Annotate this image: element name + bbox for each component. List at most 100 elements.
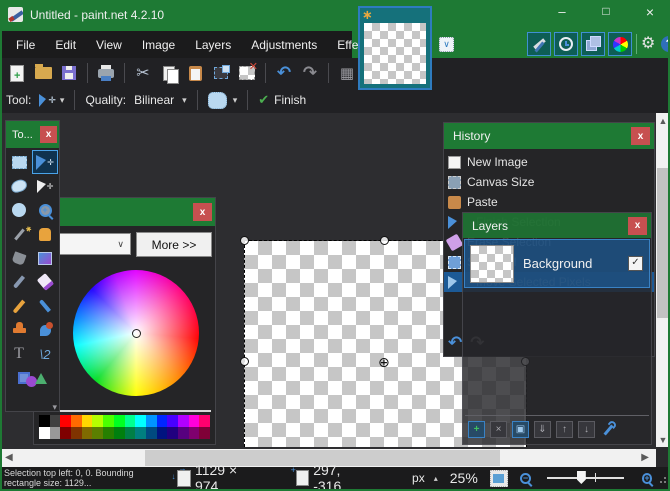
palette-swatch[interactable]: [103, 427, 114, 439]
rectangle-select-tool[interactable]: [6, 150, 32, 174]
layer-row-background[interactable]: Background ✓: [464, 239, 650, 288]
palette-swatch[interactable]: [49, 415, 61, 427]
new-image-button[interactable]: +: [4, 61, 30, 85]
paste-button[interactable]: [182, 61, 208, 85]
merge-layer-down-button[interactable]: ⇓: [534, 421, 551, 438]
eraser-tool[interactable]: [32, 270, 58, 294]
palette-swatch[interactable]: [167, 427, 178, 439]
layers-palette-header[interactable]: Layers x: [463, 213, 651, 238]
menu-image[interactable]: Image: [132, 32, 185, 58]
quality-value[interactable]: Bilinear: [134, 93, 174, 107]
zoom-slider[interactable]: [546, 471, 624, 484]
ellipse-select-tool[interactable]: [6, 198, 32, 222]
tools-close-icon[interactable]: x: [40, 126, 57, 143]
move-layer-up-button[interactable]: ↑: [556, 421, 573, 438]
move-selected-pixels-tool[interactable]: ✛: [32, 150, 58, 174]
tools-scroll-down-icon[interactable]: ▾: [52, 402, 57, 413]
selection-handle-left-middle[interactable]: [240, 357, 249, 366]
layer-properties-button[interactable]: [600, 418, 618, 438]
minimize-button[interactable]: –: [548, 4, 576, 26]
palette-swatch[interactable]: [113, 427, 125, 439]
colors-close-icon[interactable]: x: [193, 203, 212, 221]
delete-layer-button[interactable]: ×: [490, 421, 507, 438]
palette-swatch[interactable]: [39, 415, 50, 427]
zoom-in-icon[interactable]: +: [641, 472, 653, 484]
tools-palette-header[interactable]: To... x: [6, 121, 59, 148]
magic-wand-tool[interactable]: ✱: [6, 222, 32, 246]
palette-swatch[interactable]: [92, 427, 104, 439]
clone-stamp-tool[interactable]: [6, 318, 32, 342]
move-layer-down-button[interactable]: ↓: [578, 421, 595, 438]
paint-bucket-tool[interactable]: [6, 246, 32, 270]
lasso-select-tool[interactable]: [6, 174, 32, 198]
close-button[interactable]: ×: [636, 4, 664, 26]
paintbrush-tool[interactable]: [6, 270, 32, 294]
scroll-right-icon[interactable]: ▶: [641, 452, 649, 463]
zoom-to-window-button[interactable]: [489, 469, 509, 487]
crop-button[interactable]: [208, 61, 234, 85]
redo-button[interactable]: ↷: [297, 61, 323, 85]
palette-swatch[interactable]: [71, 415, 82, 427]
tool-dropdown-caret[interactable]: ▾: [60, 95, 65, 106]
palette-swatch[interactable]: [124, 415, 136, 427]
palette-swatch[interactable]: [145, 427, 157, 439]
palette-swatch[interactable]: [124, 427, 136, 439]
palette-swatch[interactable]: [156, 427, 168, 439]
palette-swatch[interactable]: [188, 427, 200, 439]
quality-dropdown-caret[interactable]: ▾: [182, 95, 187, 106]
menu-layers[interactable]: Layers: [185, 32, 241, 58]
palette-swatch[interactable]: [156, 415, 168, 427]
pan-tool[interactable]: [32, 222, 58, 246]
history-close-icon[interactable]: x: [631, 127, 650, 145]
palette-swatch[interactable]: [39, 427, 50, 439]
history-palette-toggle[interactable]: [554, 32, 578, 56]
palette-swatch[interactable]: [188, 415, 200, 427]
selection-move-handle[interactable]: ⊕: [378, 354, 390, 371]
image-list-chevron-icon[interactable]: ∨: [439, 37, 454, 52]
unit-caret-icon[interactable]: ▴: [434, 474, 438, 483]
palette-swatch[interactable]: [60, 427, 72, 439]
selection-mode-icon[interactable]: [207, 91, 227, 109]
palette-swatch[interactable]: [81, 415, 93, 427]
finish-button[interactable]: Finish: [274, 93, 306, 107]
layers-palette-toggle[interactable]: [581, 32, 605, 56]
zoom-slider-thumb[interactable]: [576, 471, 586, 484]
save-button[interactable]: [56, 61, 82, 85]
palette-swatch[interactable]: [135, 415, 146, 427]
zoom-tool[interactable]: +: [32, 198, 58, 222]
menu-edit[interactable]: Edit: [45, 32, 86, 58]
palette-swatch[interactable]: [145, 415, 157, 427]
zoom-out-icon[interactable]: −: [520, 472, 531, 484]
palette-swatch[interactable]: [135, 427, 146, 439]
print-button[interactable]: [93, 61, 119, 85]
scroll-left-icon[interactable]: ◀: [5, 452, 13, 463]
add-layer-button[interactable]: +: [468, 421, 485, 438]
history-item[interactable]: Paste: [444, 192, 654, 212]
open-file-button[interactable]: [30, 61, 56, 85]
history-undo-icon[interactable]: ↶: [448, 333, 462, 353]
more-button[interactable]: More >>: [136, 232, 212, 257]
palette-swatch[interactable]: [81, 427, 93, 439]
history-palette-header[interactable]: History x: [444, 123, 654, 149]
grid-toggle-button[interactable]: ▦: [334, 61, 360, 85]
layer-visible-checkbox[interactable]: ✓: [628, 256, 643, 271]
palette-swatch[interactable]: [60, 415, 72, 427]
image-tab-thumbnail[interactable]: ∗: [358, 6, 432, 90]
palette-swatch[interactable]: [92, 415, 104, 427]
color-wheel[interactable]: [73, 270, 199, 396]
recolor-tool[interactable]: [32, 318, 58, 342]
settings-gear-icon[interactable]: ⚙: [641, 33, 655, 53]
palette-swatch[interactable]: [167, 415, 178, 427]
history-item[interactable]: New Image: [444, 152, 654, 172]
color-picker-tool[interactable]: [32, 294, 58, 318]
unit-selector[interactable]: px: [412, 471, 425, 485]
move-selection-tool[interactable]: ✛: [32, 174, 58, 198]
colors-palette-toggle[interactable]: [608, 32, 632, 56]
selection-handle-top-left[interactable]: [240, 236, 249, 245]
palette-swatch[interactable]: [49, 427, 61, 439]
menu-file[interactable]: File: [6, 32, 45, 58]
shapes-tool[interactable]: [6, 366, 58, 390]
color-wheel-cursor[interactable]: [132, 329, 141, 338]
cut-button[interactable]: ✂: [130, 61, 156, 85]
copy-button[interactable]: [156, 61, 182, 85]
